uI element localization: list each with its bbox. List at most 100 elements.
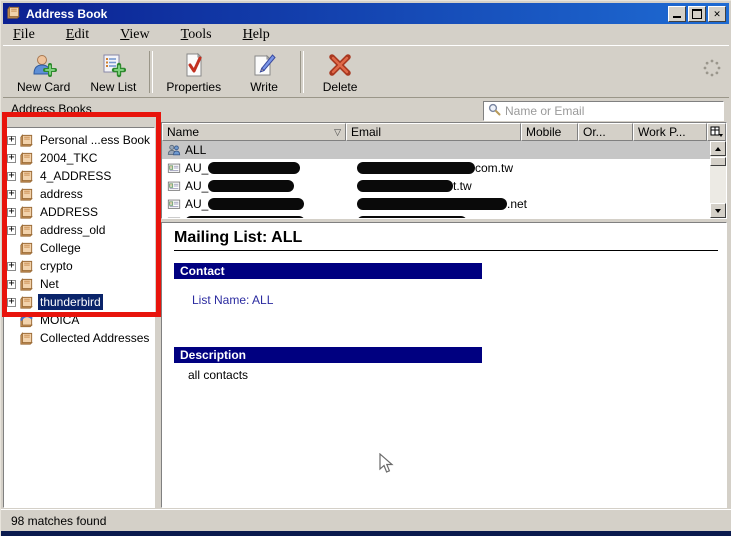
column-header-email[interactable]: Email [346,123,521,141]
new-card-button[interactable]: New Card [7,48,80,96]
close-icon: ✕ [713,7,721,20]
status-bar: 98 matches found [1,509,731,531]
address-card-icon [167,215,181,218]
menu-bar: File Edit View Tools Help [3,25,729,44]
close-button[interactable]: ✕ [708,5,726,22]
mailing-list-icon [167,143,181,157]
result-row[interactable]: AU_ t.tw [162,177,726,195]
address-books-tree: Personal ...ess Book 2004_TKC 4_ADDRESSadd… [3,127,155,508]
result-email-cell [357,216,657,218]
result-name-visible-prefix: AU_ [185,179,209,193]
contact-section-header: Contact [174,263,482,279]
column-header-work-p-[interactable]: Work P... [633,123,707,141]
arrow-up-icon [715,146,721,151]
expand-plus-icon[interactable] [7,223,16,237]
address-book-icon [19,133,34,148]
properties-button[interactable]: Properties [156,48,231,96]
status-text: 98 matches found [11,513,107,528]
sidebar-item-label: Net [40,277,59,291]
sort-direction-icon: ▽ [334,126,341,137]
result-name-cell: AU_ [185,161,357,175]
subheader: Address Books [3,99,729,122]
expand-plus-icon[interactable] [7,277,16,291]
result-name-cell: AU_ [185,179,357,193]
sidebar-item-moica[interactable]: MOICA [4,311,154,329]
new-list-button[interactable]: New List [80,48,146,96]
search-box[interactable] [483,101,724,121]
delete-button[interactable]: Delete [307,48,373,96]
sidebar-item-net[interactable]: Net [4,275,154,293]
scroll-down-button[interactable] [710,203,726,218]
menu-view[interactable]: View [118,26,152,44]
address-card-icon [167,197,181,211]
address-book-icon [19,241,34,256]
result-row[interactable]: AU_ .net [162,195,726,213]
window-address-book-icon [6,5,21,23]
column-header-name[interactable]: Name ▽ [162,123,346,141]
column-header-or-[interactable]: Or... [578,123,633,141]
menu-tools[interactable]: Tools [179,26,214,44]
result-row[interactable] [162,213,726,218]
results-scrollbar[interactable] [710,141,726,218]
sidebar-item-label: address_old [40,223,106,237]
result-email-cell: .net [357,197,657,211]
sidebar-item-label: Collected Addresses [40,331,150,345]
sidebar-item-label: thunderbird [38,294,103,310]
column-header-label: Email [351,125,382,139]
address-book-icon [19,169,34,184]
toolbar-button-label: Delete [322,79,358,94]
redaction-scribble [357,216,467,218]
sidebar-item-address-old[interactable]: address_old [4,221,154,239]
result-row-all[interactable]: ALL [162,141,726,159]
column-picker-button[interactable] [707,123,726,141]
sidebar-item-2004-tkc[interactable]: 2004_TKC [4,149,154,167]
expand-plus-icon[interactable] [7,259,16,273]
column-header-mobile[interactable]: Mobile [521,123,578,141]
result-name-visible-prefix: AU_ [185,161,209,175]
sidebar-item-label: crypto [40,259,73,273]
sidebar-item-4-address[interactable]: 4_ADDRESS [4,167,154,185]
minimize-button[interactable] [668,5,686,22]
sidebar-item-thunderbird[interactable]: thunderbird [4,293,154,311]
address-book-icon [19,259,34,274]
expand-plus-icon[interactable] [7,205,16,219]
result-email-visible-suffix: t.tw [453,179,472,193]
expand-plus-icon[interactable] [7,133,16,147]
maximize-icon [692,8,702,19]
write-button[interactable]: Write [231,48,297,96]
ldap-directory-icon [19,313,34,328]
result-row[interactable]: AU_ com.tw [162,159,726,177]
toolbar-separator [149,50,154,93]
sidebar-item-address[interactable]: address [4,185,154,203]
sidebar-item-collected-addresses[interactable]: Collected Addresses [4,329,154,347]
menu-edit[interactable]: Edit [64,26,91,44]
menu-help[interactable]: Help [241,26,272,44]
result-email-cell: com.tw [357,161,657,175]
sidebar-item-address[interactable]: ADDRESS [4,203,154,221]
expand-plus-icon[interactable] [7,169,16,183]
sidebar-item-crypto[interactable]: crypto [4,257,154,275]
toolbar-button-label: Write [250,79,278,94]
new-card-icon [31,51,57,79]
window-title: Address Book [26,6,108,21]
scroll-up-button[interactable] [710,141,726,156]
sidebar-item-personal-ess-book[interactable]: Personal ...ess Book [4,131,154,149]
expand-plus-icon[interactable] [7,151,16,165]
redaction-scribble [357,198,507,210]
toolbar-button-label: Properties [166,79,222,94]
search-input[interactable] [505,104,723,118]
column-header-label: Or... [583,125,606,139]
throbber-icon [701,57,723,82]
scrollbar-thumb[interactable] [710,157,726,166]
expand-plus-icon[interactable] [7,295,16,309]
titlebar[interactable]: Address Book ✕ [3,3,729,24]
expand-plus-icon[interactable] [7,187,16,201]
column-header-label: Name [167,125,200,139]
menu-file[interactable]: File [11,26,37,44]
result-name-cell [185,216,357,218]
maximize-button[interactable] [688,5,706,22]
sidebar-item-college[interactable]: College [4,239,154,257]
details-pane: Mailing List: ALL Contact List Name: ALL… [161,222,727,508]
write-icon [251,51,277,79]
sidebar-item-label: 2004_TKC [40,151,98,165]
